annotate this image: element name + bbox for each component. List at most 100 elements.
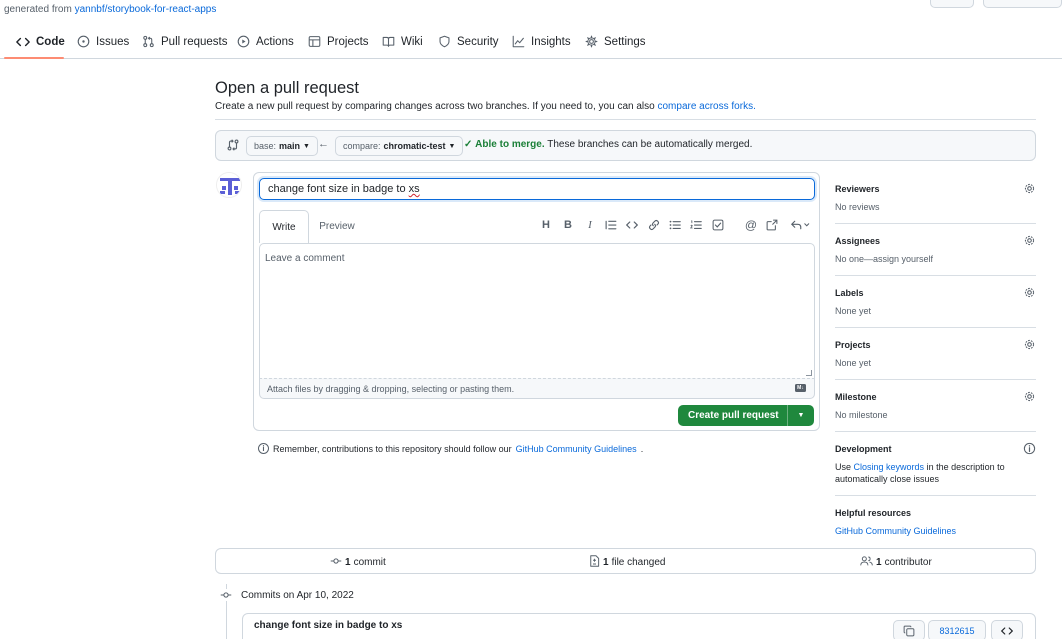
compare-branch-select[interactable]: compare: chromatic-test ▼ (335, 136, 464, 156)
tab-security[interactable]: Security (435, 24, 501, 59)
commits-group-heading: Commits on Apr 10, 2022 (220, 589, 354, 601)
sidebar-projects-title: Projects (835, 340, 871, 350)
gear-icon[interactable] (1023, 234, 1036, 247)
copy-sha-button[interactable] (893, 620, 925, 639)
link-icon[interactable] (647, 218, 661, 232)
summary-files-changed[interactable]: 1 file changed (589, 549, 666, 575)
base-branch-select[interactable]: base: main ▼ (246, 136, 318, 156)
tab-settings[interactable]: Settings (582, 24, 648, 59)
tab-security-label: Security (457, 35, 499, 48)
header-action-button[interactable] (930, 0, 974, 8)
sidebar-assignees-title: Assignees (835, 236, 881, 246)
create-pull-request-button[interactable]: Create pull request ▼ (678, 405, 814, 426)
git-pull-request-icon (141, 35, 155, 49)
tab-pull-requests-label: Pull requests (161, 35, 228, 48)
code-icon[interactable] (625, 218, 639, 232)
sidebar-assignees-value[interactable]: No one—assign yourself (835, 253, 1036, 265)
sidebar-community-guidelines-link[interactable]: GitHub Community Guidelines (835, 526, 956, 536)
compare-across-forks-link[interactable]: compare across forks. (657, 101, 755, 112)
commit-title-link[interactable]: change font size in badge to xs (254, 620, 402, 631)
gear-icon[interactable] (1023, 390, 1036, 403)
code-icon (1001, 626, 1013, 635)
bold-icon[interactable]: B (561, 218, 575, 232)
list-item: change font size in badge to xs 8312615 (242, 613, 1036, 639)
resize-handle[interactable] (806, 370, 812, 376)
create-options-dropdown[interactable]: ▼ (787, 405, 814, 426)
gear-icon[interactable] (1023, 338, 1036, 351)
unordered-list-icon[interactable] (668, 218, 682, 232)
saved-replies-icon[interactable] (789, 218, 811, 232)
tab-settings-label: Settings (604, 35, 646, 48)
issue-opened-icon (76, 35, 90, 49)
tab-pull-requests[interactable]: Pull requests (139, 24, 229, 59)
people-icon (860, 555, 873, 570)
tab-issues-label: Issues (96, 35, 130, 48)
community-guidelines-link[interactable]: GitHub Community Guidelines (516, 444, 637, 454)
cross-reference-icon[interactable] (765, 218, 779, 232)
heading-icon[interactable]: H (539, 218, 553, 232)
tab-projects[interactable]: Projects (305, 24, 371, 59)
info-icon: i (258, 443, 269, 454)
tab-insights[interactable]: Insights (509, 24, 573, 59)
sidebar-milestone-value: No milestone (835, 410, 888, 420)
tab-projects-label: Projects (327, 35, 369, 48)
ordered-list-icon[interactable] (689, 218, 703, 232)
tab-actions[interactable]: Actions (234, 24, 296, 59)
sidebar-divider (835, 223, 1036, 224)
contributors-count: 1 (876, 556, 882, 568)
sidebar-divider (835, 431, 1036, 432)
table-icon (307, 35, 321, 49)
commit-sha-button[interactable]: 8312615 (928, 620, 986, 639)
tab-preview[interactable]: Preview (311, 210, 363, 243)
summary-contributors[interactable]: 1 contributor (860, 549, 932, 575)
create-pull-request-label: Create pull request (688, 410, 779, 421)
sidebar-divider (835, 327, 1036, 328)
comment-textarea[interactable]: Leave a comment (259, 243, 815, 379)
guidelines-suffix: . (640, 443, 644, 454)
gear-icon[interactable] (1023, 286, 1036, 299)
sidebar-reviewers-value: No reviews (835, 202, 880, 212)
summary-commits[interactable]: 1 commit (330, 549, 386, 575)
template-repo-link[interactable]: yannbf/storybook-for-react-apps (75, 4, 217, 15)
page-title: Open a pull request (215, 79, 360, 97)
info-icon[interactable] (1023, 442, 1036, 455)
file-attachment-dropzone[interactable]: Attach files by dragging & dropping, sel… (259, 378, 815, 399)
sidebar-labels: Labels None yet (835, 286, 1036, 317)
base-branch-name: main (279, 141, 301, 151)
markdown-icon[interactable]: M↓ (795, 384, 806, 392)
play-icon (236, 35, 250, 49)
sidebar-milestone-title: Milestone (835, 392, 877, 402)
tab-write[interactable]: Write (259, 210, 309, 243)
pull-request-title-input[interactable] (259, 178, 815, 200)
closing-keywords-link[interactable]: Closing keywords (854, 462, 925, 472)
avatar[interactable] (216, 172, 242, 198)
sidebar-development: Development Use Closing keywords in the … (835, 442, 1036, 485)
compare-branch-name: chromatic-test (383, 141, 446, 151)
gear-icon[interactable] (1023, 182, 1036, 195)
compare-bar: base: main ▼ ← compare: chromatic-test ▼… (215, 130, 1036, 161)
mention-icon[interactable]: @ (744, 218, 758, 232)
git-commit-icon (330, 555, 342, 570)
book-icon (381, 35, 395, 49)
caret-down-icon: ▼ (303, 142, 310, 150)
merge-status-detail: These branches can be automatically merg… (547, 139, 753, 150)
commits-date-heading: Commits on Apr 10, 2022 (241, 589, 354, 601)
tab-issues[interactable]: Issues (74, 24, 131, 59)
tab-code[interactable]: Code (14, 24, 67, 59)
italic-icon[interactable]: I (583, 218, 597, 232)
sidebar-development-value: Use Closing keywords in the description … (835, 461, 1036, 485)
task-list-icon[interactable] (711, 218, 725, 232)
header-action-button[interactable] (983, 0, 1062, 8)
check-icon: ✓ (464, 139, 473, 150)
sidebar-helpful-resources: Helpful resources GitHub Community Guide… (835, 508, 1036, 537)
commits-label: commit (353, 556, 386, 568)
quote-icon[interactable] (604, 218, 618, 232)
tab-wiki-label: Wiki (401, 35, 423, 48)
sidebar-development-title: Development (835, 444, 892, 454)
browse-repository-button[interactable] (991, 620, 1023, 639)
contributors-label: contributor (884, 556, 932, 568)
code-icon (16, 35, 30, 49)
page-subtitle: Create a new pull request by comparing c… (215, 101, 756, 112)
git-compare-icon (226, 138, 240, 152)
tab-wiki[interactable]: Wiki (379, 24, 425, 59)
